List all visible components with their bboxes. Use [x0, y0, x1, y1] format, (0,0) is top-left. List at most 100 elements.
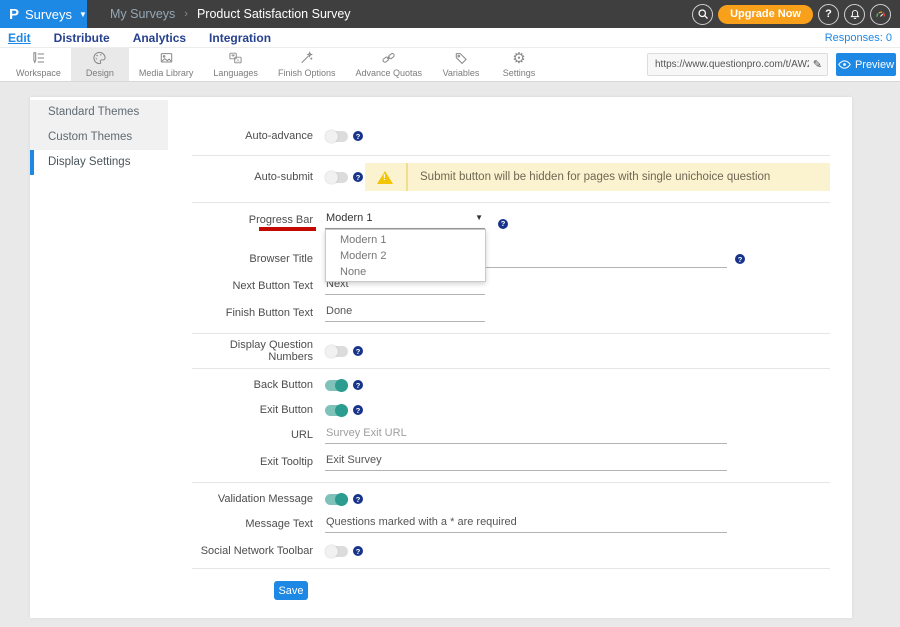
save-button[interactable]: Save — [274, 581, 308, 600]
media-library-icon — [158, 50, 175, 66]
auto-advance-row: Auto-advance ? — [192, 127, 363, 145]
exit-tooltip-row: Exit Tooltip — [192, 454, 727, 470]
back-button-row: Back Button ? — [192, 376, 363, 394]
validation-message-help-icon[interactable]: ? — [353, 494, 363, 504]
upgrade-now-button[interactable]: Upgrade Now — [718, 5, 813, 24]
progress-bar-label: Progress Bar — [192, 214, 313, 226]
social-network-toolbar-row: Social Network Toolbar ? — [192, 542, 363, 560]
auto-submit-help-icon[interactable]: ? — [353, 172, 363, 182]
display-question-numbers-toggle[interactable] — [325, 346, 348, 357]
auto-submit-label: Auto-submit — [192, 171, 313, 183]
toolbar-item-media-library[interactable]: Media Library — [129, 48, 204, 81]
progress-bar-red-underline-annotation — [259, 227, 316, 231]
section-divider — [192, 568, 830, 569]
display-settings-card: Standard Themes Custom Themes Display Se… — [30, 97, 852, 618]
edit-url-pencil-icon[interactable]: ✎ — [813, 58, 822, 71]
bell-icon — [849, 8, 861, 21]
sidebar-item-standard-themes[interactable]: Standard Themes — [30, 100, 168, 125]
display-question-numbers-row: Display Question Numbers ? — [192, 342, 363, 360]
languages-icon: A — [227, 50, 244, 66]
exit-button-help-icon[interactable]: ? — [353, 405, 363, 415]
usage-meter-button[interactable] — [870, 4, 891, 25]
progress-bar-help-icon[interactable]: ? — [498, 219, 508, 229]
eye-icon — [838, 60, 851, 69]
tab-distribute[interactable]: Distribute — [54, 31, 110, 45]
auto-submit-warning-banner: Submit button will be hidden for pages w… — [365, 163, 830, 191]
social-network-toolbar-label: Social Network Toolbar — [192, 545, 313, 557]
finish-button-text-input[interactable] — [325, 305, 485, 322]
message-text-input[interactable] — [325, 516, 727, 533]
toolbar-item-finish-options[interactable]: Finish Options — [268, 48, 346, 81]
themes-sidebar: Standard Themes Custom Themes Display Se… — [30, 100, 168, 175]
toggle-knob — [335, 493, 348, 506]
toolbar-item-design[interactable]: Design — [71, 48, 129, 81]
progress-bar-select[interactable]: Modern 1 ▼ — [325, 212, 485, 229]
auto-submit-row: Auto-submit ? — [192, 168, 363, 186]
exit-button-row: Exit Button ? — [192, 401, 363, 419]
exit-tooltip-input[interactable] — [325, 454, 727, 471]
social-network-toolbar-help-icon[interactable]: ? — [353, 546, 363, 556]
question-mark-icon: ? — [825, 8, 832, 20]
tab-edit[interactable]: Edit — [8, 31, 31, 45]
auto-submit-toggle[interactable] — [325, 172, 348, 183]
chevron-down-icon: ▼ — [475, 213, 483, 222]
validation-message-toggle[interactable] — [325, 494, 348, 505]
breadcrumb-parent-link[interactable]: My Surveys — [110, 7, 175, 21]
auto-advance-help-icon[interactable]: ? — [353, 131, 363, 141]
toolbar-item-label: Design — [86, 68, 114, 78]
section-divider — [192, 202, 830, 203]
validation-message-label: Validation Message — [192, 493, 313, 505]
preview-button-label: Preview — [855, 59, 894, 71]
breadcrumb-current-survey-title: Product Satisfaction Survey — [197, 7, 351, 21]
dropdown-option-modern-1[interactable]: Modern 1 — [326, 232, 485, 248]
section-divider — [192, 333, 830, 334]
toolbar-item-languages[interactable]: A Languages — [203, 48, 268, 81]
notifications-button[interactable] — [844, 4, 865, 25]
responses-count-link[interactable]: Responses: 0 — [825, 28, 892, 48]
auto-advance-toggle[interactable] — [325, 131, 348, 142]
toggle-knob — [325, 171, 338, 184]
back-button-toggle[interactable] — [325, 380, 348, 391]
browser-title-help-icon[interactable]: ? — [735, 254, 745, 264]
survey-url-box[interactable]: https://www.questionpro.com/t/AW22Zh44 ✎ — [647, 53, 828, 76]
warning-message: Submit button will be hidden for pages w… — [420, 171, 770, 183]
toggle-knob — [325, 130, 338, 143]
back-button-help-icon[interactable]: ? — [353, 380, 363, 390]
toolbar-item-label: Settings — [503, 68, 536, 78]
dropdown-option-modern-2[interactable]: Modern 2 — [326, 248, 485, 264]
message-text-label: Message Text — [192, 518, 313, 530]
product-name: Surveys — [25, 7, 72, 22]
advance-quotas-icon — [380, 50, 397, 66]
display-question-numbers-help-icon[interactable]: ? — [353, 346, 363, 356]
sidebar-item-custom-themes[interactable]: Custom Themes — [30, 125, 168, 150]
top-navigation-bar: P Surveys ▼ My Surveys › Product Satisfa… — [0, 0, 900, 28]
exit-url-input[interactable] — [325, 427, 727, 444]
surveys-product-menu[interactable]: P Surveys ▼ — [0, 0, 87, 28]
progress-bar-dropdown-menu: Modern 1 Modern 2 None — [325, 229, 486, 282]
toolbar-item-variables[interactable]: Variables — [432, 48, 490, 81]
toolbar-item-settings[interactable]: ⚙ Settings — [490, 48, 548, 81]
preview-button[interactable]: Preview — [836, 53, 896, 76]
back-button-label: Back Button — [192, 379, 313, 391]
warning-separator — [406, 163, 408, 191]
search-button[interactable] — [692, 4, 713, 25]
design-icon — [91, 50, 108, 66]
help-button[interactable]: ? — [818, 4, 839, 25]
toggle-knob — [335, 379, 348, 392]
section-divider — [192, 482, 830, 483]
toggle-knob — [335, 404, 348, 417]
tab-analytics[interactable]: Analytics — [133, 31, 186, 45]
validation-message-row: Validation Message ? — [192, 490, 363, 508]
exit-button-toggle[interactable] — [325, 405, 348, 416]
progress-bar-selected-value: Modern 1 — [326, 212, 372, 224]
tab-integration[interactable]: Integration — [209, 31, 271, 45]
sidebar-item-display-settings[interactable]: Display Settings — [30, 150, 168, 175]
message-text-row: Message Text — [192, 516, 727, 532]
warning-triangle-icon — [377, 171, 393, 184]
social-network-toolbar-toggle[interactable] — [325, 546, 348, 557]
toolbar-item-label: Languages — [213, 68, 258, 78]
toolbar-item-advance-quotas[interactable]: Advance Quotas — [345, 48, 432, 81]
progress-bar-row: Progress Bar Modern 1 ▼ ? — [192, 212, 508, 228]
toolbar-item-workspace[interactable]: Workspace — [6, 48, 71, 81]
dropdown-option-none[interactable]: None — [326, 264, 485, 280]
